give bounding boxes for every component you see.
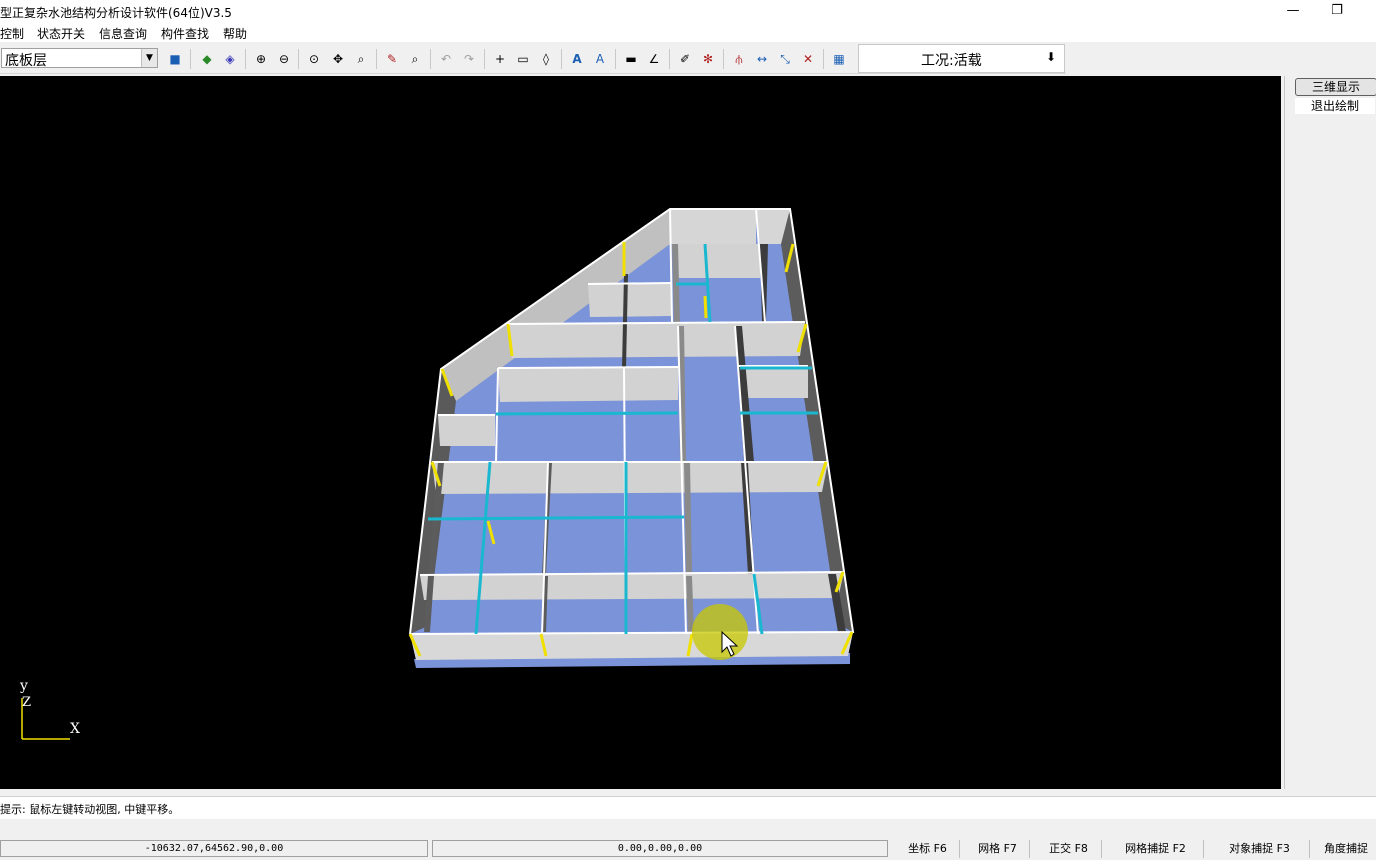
inner-wall: [588, 283, 672, 317]
toolbar-separator: [823, 49, 824, 69]
zoom-in-icon[interactable]: ⊕: [252, 50, 270, 68]
outer-wall-north: [670, 209, 756, 244]
redo-icon[interactable]: ↷: [460, 50, 478, 68]
axis-x-label: X: [70, 721, 80, 737]
angle-snap-toggle[interactable]: 角度捕捉: [1316, 840, 1376, 858]
object-snap-toggle[interactable]: 对象捕捉 F3: [1210, 840, 1310, 858]
toolbar-separator: [190, 49, 191, 69]
toolbar-separator: [615, 49, 616, 69]
chevron-down-icon[interactable]: ▼: [141, 49, 157, 67]
toolbar-separator: [723, 49, 724, 69]
cursor-highlight: [692, 604, 748, 660]
ortho-toggle[interactable]: 正交 F8: [1036, 840, 1102, 858]
layer-select-value: 底板层: [5, 53, 47, 69]
three-d-display-button[interactable]: 三维显示: [1295, 78, 1376, 96]
angle-icon[interactable]: ∠: [645, 50, 663, 68]
title-bar: 型正复杂水池结构分析设计软件(64位)V3.5 — ❐: [0, 0, 1376, 22]
cursor-coordinates: -10632.07,64562.90,0.00: [0, 840, 428, 857]
grid-toggle[interactable]: 网格 F7: [966, 840, 1030, 858]
menu-bar: 控制 状态开关 信息查询 构件查找 帮助: [0, 22, 1376, 42]
status-bar: -10632.07,64562.90,0.00 0.00,0.00,0.00 坐…: [0, 838, 1376, 860]
menu-info-query[interactable]: 信息查询: [99, 25, 147, 42]
toolbar-separator: [245, 49, 246, 69]
rectangle-icon[interactable]: ▭: [514, 50, 532, 68]
down-arrow-icon[interactable]: ⬇: [1046, 50, 1056, 64]
point-icon[interactable]: +: [491, 50, 509, 68]
redraw-icon[interactable]: ✎: [383, 50, 401, 68]
toolbar-separator: [669, 49, 670, 69]
menu-member-find[interactable]: 构件查找: [161, 25, 209, 42]
inner-wall: [738, 366, 808, 398]
inner-wall: [508, 322, 805, 358]
toolbar-separator: [430, 49, 431, 69]
exit-draw-button[interactable]: 退出绘制: [1295, 98, 1375, 114]
inner-wall: [432, 462, 828, 494]
undo-icon[interactable]: ↶: [437, 50, 455, 68]
window-title: 型正复杂水池结构分析设计软件(64位)V3.5: [0, 6, 232, 20]
layers-icon[interactable]: ◈: [221, 50, 239, 68]
outer-wall-south: [410, 632, 853, 660]
dimension-icon[interactable]: ⫛: [730, 50, 748, 68]
horizontal-dimension-icon[interactable]: ↔: [753, 50, 771, 68]
search-icon[interactable]: ⌕: [406, 50, 424, 68]
axis-y-label: y: [20, 678, 28, 694]
coordinate-toggle[interactable]: 坐标 F6: [896, 840, 960, 858]
aligned-dimension-icon[interactable]: ⤡: [776, 50, 794, 68]
base-coordinates: 0.00,0.00,0.00: [432, 840, 888, 857]
measure-icon[interactable]: ▬: [622, 50, 640, 68]
toolbar-separator: [376, 49, 377, 69]
toolbar-separator: [298, 49, 299, 69]
brush-icon[interactable]: ✐: [676, 50, 694, 68]
model-3d-view: [21, 208, 855, 740]
load-condition-display[interactable]: 工况:活载 ⬇: [858, 44, 1065, 73]
grid-icon[interactable]: ▦: [830, 50, 848, 68]
pan-icon[interactable]: ✥: [329, 50, 347, 68]
axis-z-label: Z: [22, 695, 32, 710]
zoom-window-icon[interactable]: ⊙: [305, 50, 323, 68]
restore-button[interactable]: ❐: [1314, 0, 1360, 22]
minimize-button[interactable]: —: [1270, 0, 1316, 22]
inner-wall: [672, 244, 760, 278]
zoom-all-icon[interactable]: ⌕: [352, 50, 370, 68]
status-hint: 提示: 鼠标左键转动视图, 中键平移。: [0, 803, 180, 816]
save-icon[interactable]: ■: [166, 50, 184, 68]
load-condition-label: 工况:活载: [921, 53, 982, 69]
command-hint-bar: 提示: 鼠标左键转动视图, 中键平移。: [0, 796, 1376, 819]
toolbar-separator: [484, 49, 485, 69]
text-smaller-icon[interactable]: A: [591, 50, 609, 68]
gem-icon[interactable]: ◊: [537, 50, 555, 68]
toolbar-separator: [561, 49, 562, 69]
inner-wall: [438, 415, 495, 446]
menu-help[interactable]: 帮助: [223, 25, 247, 42]
right-panel: 三维显示 退出绘制: [1284, 76, 1376, 789]
delete-dimension-icon[interactable]: ✕: [799, 50, 817, 68]
text-bigger-icon[interactable]: A: [568, 50, 586, 68]
inner-wall: [420, 572, 844, 600]
grid-snap-toggle[interactable]: 网格捕捉 F2: [1108, 840, 1204, 858]
solid-view-icon[interactable]: ◆: [198, 50, 216, 68]
inner-wall: [498, 367, 678, 402]
snap-icon[interactable]: ✻: [699, 50, 717, 68]
layer-select[interactable]: 底板层 ▼: [1, 48, 158, 69]
menu-control[interactable]: 控制: [0, 25, 24, 42]
zoom-out-icon[interactable]: ⊖: [275, 50, 293, 68]
model-viewport[interactable]: y Z X: [0, 76, 1281, 789]
menu-state-switch[interactable]: 状态开关: [37, 25, 85, 42]
